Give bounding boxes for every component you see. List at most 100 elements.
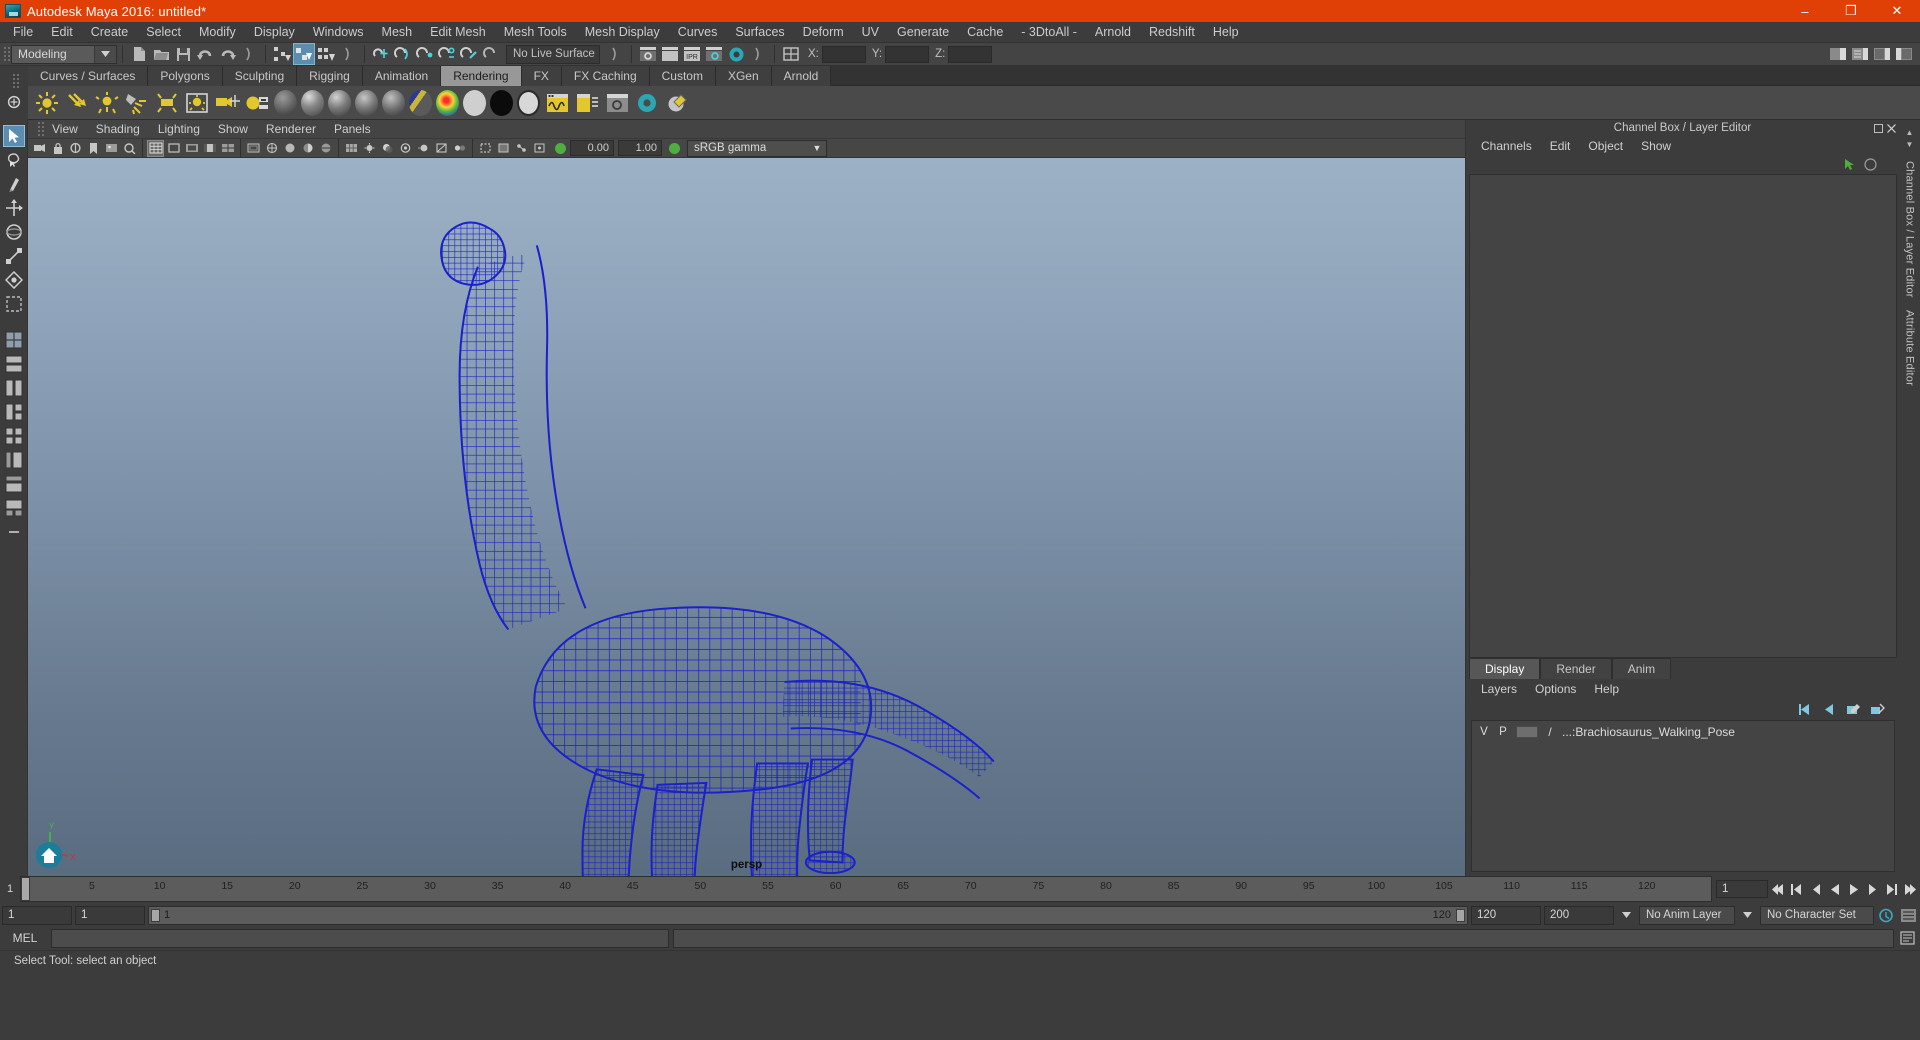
viewport-3d[interactable]: persp Y X Z [28, 158, 1465, 876]
2d-pan-zoom-icon[interactable] [121, 140, 138, 157]
new-layer-icon[interactable] [1846, 703, 1861, 716]
menu-item-3dtoall[interactable]: - 3DtoAll - [1012, 23, 1086, 41]
anim-layer-selector[interactable]: No Anim Layer [1639, 905, 1735, 925]
range-start-handle[interactable] [151, 908, 160, 922]
phong-material-icon[interactable] [328, 89, 351, 116]
shelf-tab-custom[interactable]: Custom [649, 66, 716, 86]
shadows-icon[interactable] [379, 140, 396, 157]
two-pane-split-vertical-icon[interactable] [3, 353, 25, 375]
channel-box-menu-object[interactable]: Object [1579, 139, 1632, 153]
hypershade-shelf-icon[interactable] [634, 90, 660, 116]
live-surface-field[interactable]: No Live Surface [506, 44, 600, 64]
channel-box-menu-show[interactable]: Show [1632, 139, 1680, 153]
viewport-menu-show[interactable]: Show [209, 122, 257, 136]
close-button[interactable]: ✕ [1874, 0, 1920, 22]
range-start-field[interactable]: 1 [2, 905, 72, 925]
select-by-hierarchy-icon[interactable] [271, 43, 293, 65]
use-background-icon[interactable] [490, 89, 513, 116]
shelf-tab-xgen[interactable]: XGen [715, 66, 772, 86]
more-layouts-icon[interactable] [3, 521, 25, 543]
batch-render-icon[interactable] [574, 90, 600, 116]
last-tool-icon[interactable] [3, 293, 25, 315]
shelf-tab-rigging[interactable]: Rigging [297, 66, 363, 86]
menu-item-surfaces[interactable]: Surfaces [726, 23, 793, 41]
make-live-icon[interactable] [480, 43, 502, 65]
surface-shader-icon[interactable] [463, 89, 486, 116]
play-backwards-icon[interactable] [1825, 879, 1844, 899]
single-pane-layout-icon[interactable] [3, 329, 25, 351]
channel-box-info-icon[interactable] [1864, 157, 1877, 171]
viewport-menu-view[interactable]: View [43, 122, 87, 136]
layer-name[interactable]: ...:Brachiosaurus_Walking_Pose [1562, 725, 1735, 739]
render-settings-shelf-icon[interactable] [604, 90, 630, 116]
view-cube-home-icon[interactable] [34, 840, 64, 870]
animation-start-field[interactable]: 1 [75, 905, 145, 925]
menu-item-uv[interactable]: UV [853, 23, 888, 41]
time-slider-track[interactable]: 5 10 15 20 25 30 35 40 45 50 55 60 65 70… [20, 876, 1712, 902]
new-layer-from-selected-icon[interactable] [1870, 703, 1885, 716]
step-back-keyframe-icon[interactable] [1787, 879, 1806, 899]
channel-box-content[interactable] [1469, 174, 1897, 658]
image-plane-icon[interactable] [244, 90, 270, 116]
menu-item-help[interactable]: Help [1204, 23, 1248, 41]
lock-camera-icon[interactable] [49, 140, 66, 157]
rotate-tool-icon[interactable] [3, 221, 25, 243]
menu-item-edit[interactable]: Edit [42, 23, 82, 41]
go-to-start-icon[interactable] [1768, 879, 1787, 899]
channel-box-menu-edit[interactable]: Edit [1541, 139, 1580, 153]
range-end-handle[interactable] [1456, 908, 1465, 922]
wireframe-shading-icon[interactable] [263, 140, 280, 157]
menu-item-curves[interactable]: Curves [669, 23, 727, 41]
image-plane-icon-vp[interactable] [103, 140, 120, 157]
select-by-object-icon[interactable] [293, 43, 315, 65]
render-settings-icon[interactable] [703, 43, 725, 65]
show-hide-channel-box-icon[interactable] [1871, 43, 1893, 65]
menu-set-selector[interactable]: Modeling [11, 44, 117, 64]
menu-item-redshift[interactable]: Redshift [1140, 23, 1204, 41]
paint-select-tool-icon[interactable] [3, 173, 25, 195]
blinn-material-icon[interactable] [301, 89, 324, 116]
ambient-light-icon[interactable] [34, 90, 60, 116]
ipr-render-icon[interactable]: IPR [681, 43, 703, 65]
layer-editor-tab-display[interactable]: Display [1469, 658, 1541, 679]
auto-keyframe-icon[interactable] [1877, 905, 1896, 925]
menu-item-arnold[interactable]: Arnold [1086, 23, 1140, 41]
channel-box-menu-channels[interactable]: Channels [1472, 139, 1541, 153]
color-profile-selector[interactable]: sRGB gamma ▼ [687, 139, 827, 157]
bookmark-icon[interactable] [85, 140, 102, 157]
step-back-frame-icon[interactable] [1806, 879, 1825, 899]
menu-item-edit-mesh[interactable]: Edit Mesh [421, 23, 495, 41]
open-scene-icon[interactable] [150, 43, 172, 65]
render-current-frame-icon[interactable] [659, 43, 681, 65]
smooth-shade-all-icon[interactable] [281, 140, 298, 157]
multisample-aa-icon[interactable] [433, 140, 450, 157]
chevron-down-icon-range[interactable] [1617, 905, 1636, 925]
chevron-down-icon-rail[interactable]: ▼ [1906, 140, 1914, 149]
soft-select-icon[interactable] [3, 269, 25, 291]
shelf-tab-polygons[interactable]: Polygons [148, 66, 223, 86]
directional-light-icon[interactable] [64, 90, 90, 116]
layer-list[interactable]: V P / ...:Brachiosaurus_Walking_Pose [1471, 720, 1895, 872]
layer-editor-menu-help[interactable]: Help [1585, 682, 1628, 696]
two-pane-split-horizontal-icon[interactable] [3, 377, 25, 399]
layer-editor-menu-options[interactable]: Options [1526, 682, 1585, 696]
toolbar-arrow-right-icon-2[interactable] [337, 43, 359, 65]
use-all-lights-icon[interactable] [361, 140, 378, 157]
snap-to-grid-icon[interactable] [370, 43, 392, 65]
persp-graph-layout-icon[interactable] [3, 497, 25, 519]
step-forward-frame-icon[interactable] [1863, 879, 1882, 899]
area-light-icon[interactable] [154, 90, 180, 116]
resolution-gate-icon[interactable] [183, 140, 200, 157]
toolbar-gripper[interactable] [0, 43, 9, 65]
hypershade-persp-layout-icon[interactable] [3, 473, 25, 495]
textured-icon[interactable] [343, 140, 360, 157]
lasso-select-tool-icon[interactable] [3, 149, 25, 171]
select-by-component-icon[interactable] [315, 43, 337, 65]
current-frame-field[interactable]: 1 [1716, 880, 1768, 898]
redo-icon[interactable] [216, 43, 238, 65]
menu-item-mesh-display[interactable]: Mesh Display [576, 23, 669, 41]
hypershade-icon[interactable] [725, 43, 747, 65]
film-gate-icon[interactable] [165, 140, 182, 157]
anisotropic-material-icon[interactable] [382, 89, 405, 116]
render-view-icon[interactable] [637, 43, 659, 65]
